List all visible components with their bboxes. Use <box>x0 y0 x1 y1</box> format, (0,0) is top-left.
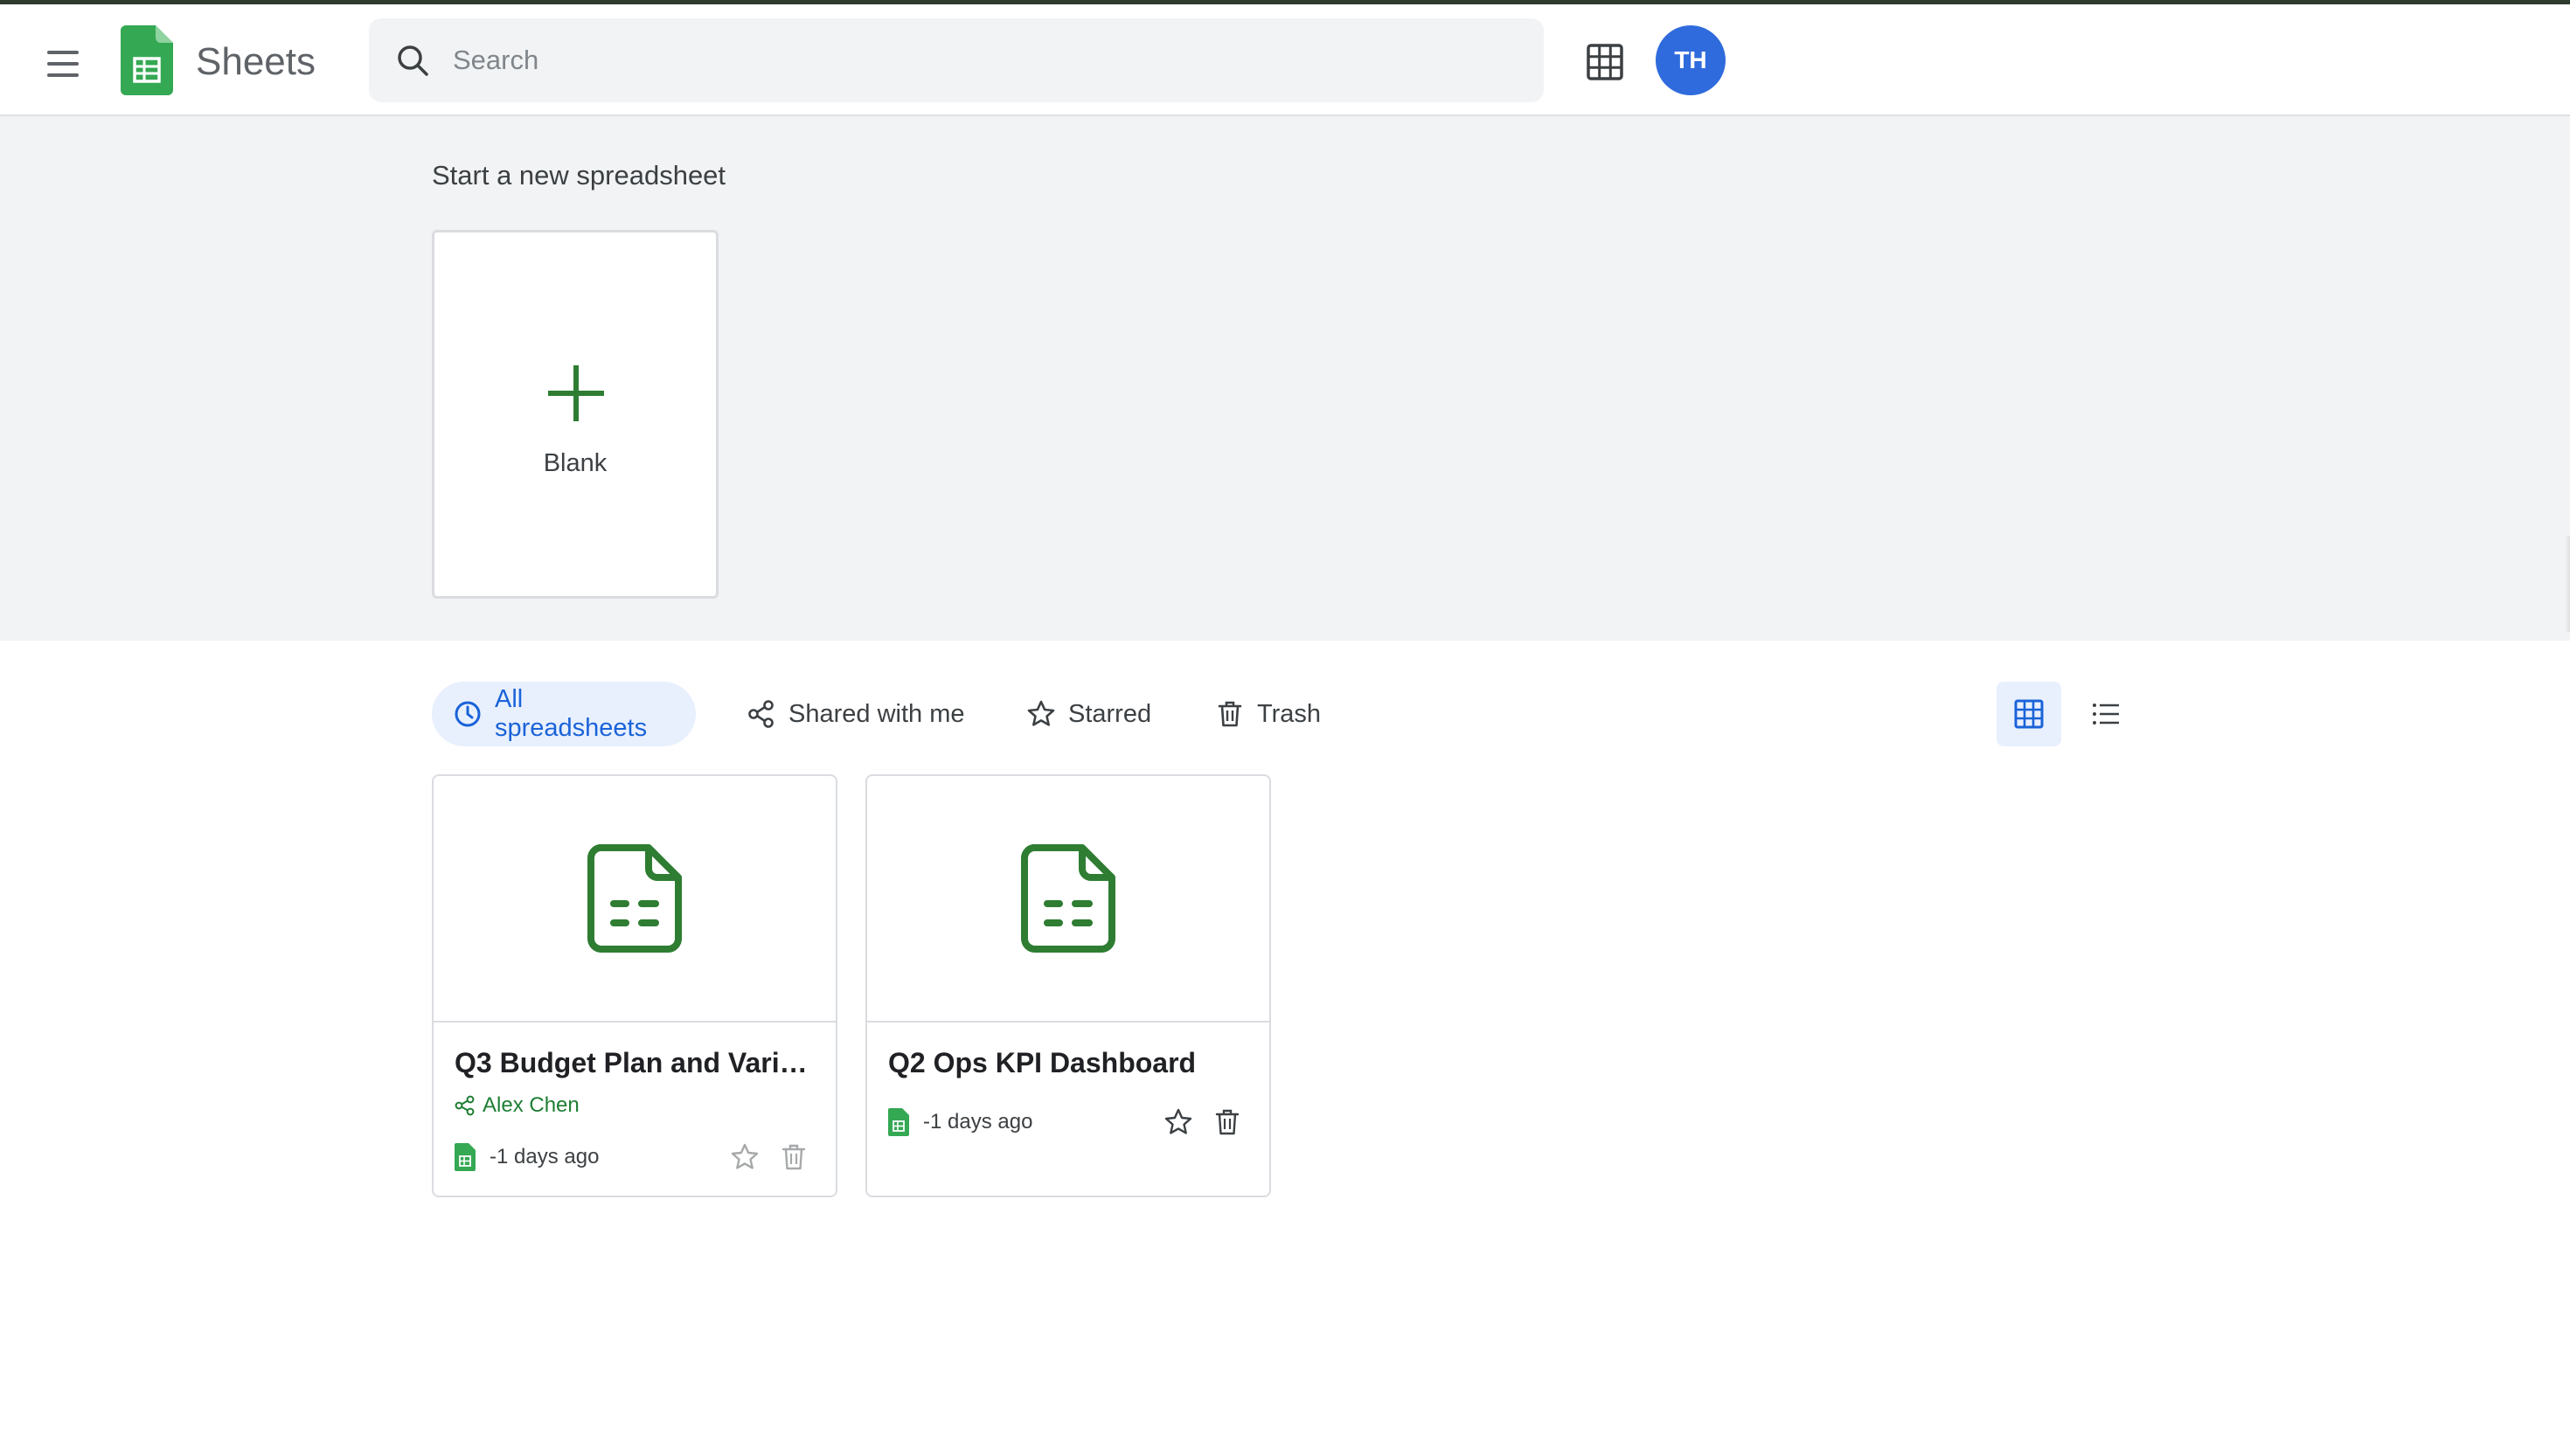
share-icon <box>748 700 774 728</box>
file-card[interactable]: Q3 Budget Plan and Varian… Alex Chen -1 … <box>432 774 837 1197</box>
delete-button[interactable] <box>1210 1105 1245 1140</box>
grid-view-icon <box>2014 699 2044 729</box>
star-icon <box>1027 700 1055 726</box>
menu-line <box>47 62 79 66</box>
file-title[interactable]: Q3 Budget Plan and Varian… <box>455 1047 818 1079</box>
file-meta: -1 days ago <box>455 1141 599 1173</box>
search-input[interactable] <box>451 36 1518 85</box>
blank-spreadsheet-card[interactable]: Blank <box>432 230 719 599</box>
file-filter-bar: All spreadsheets Shared with me Starred … <box>0 682 2570 746</box>
trash-icon <box>1218 701 1242 727</box>
search-bar[interactable] <box>369 18 1544 102</box>
trash-icon <box>1215 1109 1240 1135</box>
account-avatar[interactable]: TH <box>1656 25 1726 95</box>
trash-icon <box>781 1144 806 1170</box>
modified-time: -1 days ago <box>490 1145 600 1168</box>
clock-icon <box>455 701 481 727</box>
apps-grid-icon[interactable] <box>1586 43 1624 81</box>
delete-button[interactable] <box>776 1140 811 1175</box>
menu-line <box>47 73 79 77</box>
filter-all-spreadsheets[interactable]: All spreadsheets <box>432 682 696 746</box>
main-menu-button[interactable] <box>38 39 87 88</box>
template-gallery: Start a new spreadsheet Blank <box>0 116 2570 641</box>
modified-time: -1 days ago <box>923 1110 1033 1134</box>
file-owner: Alex Chen <box>455 1092 580 1119</box>
star-icon <box>1164 1108 1192 1134</box>
search-icon[interactable] <box>395 43 430 78</box>
filter-label: Shared with me <box>788 699 965 728</box>
filter-label: All spreadsheets <box>495 685 648 742</box>
star-button[interactable] <box>1161 1105 1196 1140</box>
spreadsheet-file-icon <box>587 844 682 953</box>
spreadsheet-file-icon <box>1021 844 1115 953</box>
file-thumbnail[interactable] <box>434 776 836 1023</box>
filter-starred[interactable]: Starred <box>1005 682 1172 746</box>
template-section-title: Start a new spreadsheet <box>432 160 726 191</box>
shared-icon <box>455 1095 475 1116</box>
file-meta: -1 days ago <box>888 1106 1032 1138</box>
list-view-button[interactable] <box>2073 682 2138 746</box>
filter-label: Starred <box>1068 699 1152 728</box>
sheets-file-icon <box>888 1108 909 1136</box>
sheets-file-icon <box>455 1143 476 1171</box>
menu-line <box>47 51 79 54</box>
filter-shared-with-me[interactable]: Shared with me <box>726 682 986 746</box>
star-button[interactable] <box>727 1140 762 1175</box>
grid-view-button[interactable] <box>1997 682 2061 746</box>
list-view-icon <box>2093 704 2119 725</box>
filter-trash[interactable]: Trash <box>1194 682 1342 746</box>
side-panel-edge <box>2565 536 2570 632</box>
file-card[interactable]: Q2 Ops KPI Dashboard -1 days ago <box>865 774 1271 1197</box>
blank-card-label: Blank <box>543 449 608 477</box>
filter-label: Trash <box>1257 699 1322 728</box>
plus-icon <box>548 365 604 421</box>
owner-name: Alex Chen <box>483 1093 580 1117</box>
app-header: Sheets TH <box>0 4 2570 116</box>
app-title[interactable]: Sheets <box>196 36 316 88</box>
sheets-logo-icon[interactable] <box>121 25 173 95</box>
file-thumbnail[interactable] <box>867 776 1269 1023</box>
star-icon <box>731 1143 759 1169</box>
file-title[interactable]: Q2 Ops KPI Dashboard <box>888 1047 1252 1079</box>
